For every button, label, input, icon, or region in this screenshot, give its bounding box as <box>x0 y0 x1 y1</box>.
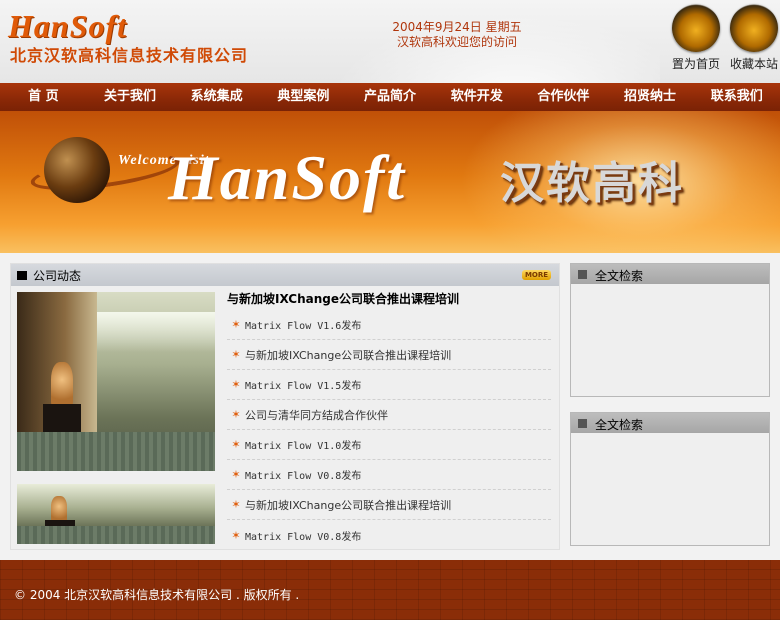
star-bullet-icon: ✶ <box>231 378 241 391</box>
main-content: 公司动态 MORE 与新加坡IXChange公司联合推出课程培训 ✶ Matri… <box>0 253 780 560</box>
star-bullet-icon: ✶ <box>231 438 241 451</box>
nav-careers[interactable]: 招贤纳士 <box>607 83 694 111</box>
statue-plinth <box>43 404 81 434</box>
carpet-floor <box>17 432 215 471</box>
star-bullet-icon: ✶ <box>231 528 241 542</box>
current-date: 2004年9月24日 星期五 <box>392 20 522 34</box>
news-item[interactable]: ✶ 与新加坡IXChange公司联合推出课程培训 <box>227 490 551 520</box>
fulltext-search-panel: 全文检索 <box>570 263 770 397</box>
news-panel: 公司动态 MORE 与新加坡IXChange公司联合推出课程培训 ✶ Matri… <box>10 263 560 550</box>
header: HanSoft 北京汉软高科信息技术有限公司 2004年9月24日 星期五 汉软… <box>0 0 780 83</box>
news-item-title: 与新加坡IXChange公司联合推出课程培训 <box>245 498 452 512</box>
news-panel-title: 公司动态 <box>33 269 82 283</box>
star-bullet-icon: ✶ <box>231 468 241 481</box>
news-panel-header: 公司动态 MORE <box>11 264 559 286</box>
statue-figure <box>51 496 67 522</box>
fulltext-search-panel-2: 全文检索 <box>570 412 770 546</box>
news-item-title: Matrix Flow V1.5发布 <box>245 381 362 392</box>
nav-products[interactable]: 产品简介 <box>347 83 434 111</box>
logo-company-name: 北京汉软高科信息技术有限公司 <box>10 46 249 65</box>
more-button[interactable]: MORE <box>522 270 551 280</box>
news-item[interactable]: ✶ Matrix Flow V1.6发布 <box>227 310 551 340</box>
set-homepage-icon <box>672 4 720 52</box>
star-bullet-icon: ✶ <box>231 348 241 361</box>
square-bullet-icon <box>578 419 587 428</box>
hero-banner: Welcome visit HanSoft 汉软高科 <box>0 111 780 253</box>
footer: © 2004 北京汉软高科信息技术有限公司 . 版权所有 . <box>0 560 780 620</box>
globe-icon <box>44 137 110 203</box>
news-item[interactable]: ✶ Matrix Flow V1.0发布 <box>227 430 551 460</box>
news-item-title: Matrix Flow V1.0发布 <box>245 441 362 452</box>
nav-case-studies[interactable]: 典型案例 <box>260 83 347 111</box>
add-favorite-label: 收藏本站 <box>729 57 778 71</box>
news-item-title: Matrix Flow V0.8发布 <box>245 471 362 482</box>
news-item-title: Matrix Flow V1.6发布 <box>245 321 362 332</box>
news-item[interactable]: ✶ Matrix Flow V1.5发布 <box>227 370 551 400</box>
copyright-text: © 2004 北京汉软高科信息技术有限公司 . 版权所有 . <box>14 588 300 602</box>
set-homepage-button[interactable]: 置为首页 <box>668 4 724 72</box>
star-bullet-icon: ✶ <box>231 498 241 511</box>
add-favorite-button[interactable]: 收藏本站 <box>726 4 780 72</box>
news-item-title: 与新加坡IXChange公司联合推出课程培训 <box>245 348 452 362</box>
logo[interactable]: HanSoft 北京汉软高科信息技术有限公司 <box>6 8 270 68</box>
main-nav: 首 页 关于我们 系统集成 典型案例 产品简介 软件开发 合作伙伴 招贤纳士 联… <box>0 83 780 111</box>
add-favorite-icon <box>730 4 778 52</box>
nav-contact[interactable]: 联系我们 <box>693 83 780 111</box>
fulltext-search-title: 全文检索 <box>595 418 644 432</box>
statue-figure <box>51 362 73 406</box>
news-item[interactable]: ✶ Matrix Flow V0.8发布 <box>227 520 551 550</box>
featured-news-link[interactable]: 与新加坡IXChange公司联合推出课程培训 <box>227 290 459 307</box>
star-bullet-icon: ✶ <box>231 318 241 331</box>
nav-home[interactable]: 首 页 <box>0 83 87 111</box>
banner-cn-name: 汉软高科 <box>500 158 684 209</box>
nav-system-integration[interactable]: 系统集成 <box>173 83 260 111</box>
star-bullet-icon: ✶ <box>231 408 241 421</box>
news-item[interactable]: ✶ 与新加坡IXChange公司联合推出课程培训 <box>227 340 551 370</box>
news-list: ✶ Matrix Flow V1.6发布 ✶ 与新加坡IXChange公司联合推… <box>227 310 551 550</box>
square-bullet-icon <box>578 270 587 279</box>
news-item-title: 公司与清华同方结成合作伙伴 <box>245 408 388 422</box>
set-homepage-label: 置为首页 <box>671 57 720 71</box>
office-photo-large <box>17 292 215 471</box>
news-item[interactable]: ✶ 公司与清华同方结成合作伙伴 <box>227 400 551 430</box>
ceiling-light <box>97 312 215 352</box>
fulltext-search-title: 全文检索 <box>595 269 644 283</box>
office-photo-small <box>17 484 215 544</box>
logo-wordmark: HanSoft <box>8 8 128 44</box>
fulltext-search-header: 全文检索 <box>571 264 769 284</box>
fulltext-search-header: 全文检索 <box>571 413 769 433</box>
nav-partners[interactable]: 合作伙伴 <box>520 83 607 111</box>
carpet-floor <box>17 526 215 544</box>
news-item-title: Matrix Flow V0.8发布 <box>245 531 362 543</box>
news-item[interactable]: ✶ Matrix Flow V0.8发布 <box>227 460 551 490</box>
square-bullet-icon <box>17 271 27 280</box>
nav-about-us[interactable]: 关于我们 <box>87 83 174 111</box>
welcome-text: 汉软高科欢迎您的访问 <box>396 35 517 49</box>
nav-software-dev[interactable]: 软件开发 <box>433 83 520 111</box>
date-welcome-box: 2004年9月24日 星期五 汉软高科欢迎您的访问 <box>330 20 584 50</box>
banner-brand-text: HanSoft <box>168 142 407 213</box>
